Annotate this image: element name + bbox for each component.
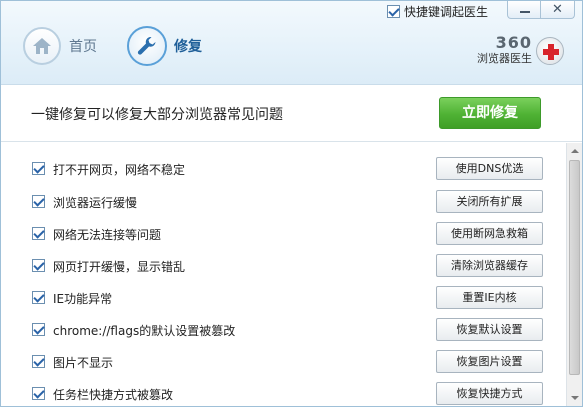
wrench-icon <box>127 26 167 66</box>
item-label: 图片不显示 <box>53 356 114 370</box>
item-checkbox[interactable] <box>32 259 45 272</box>
item-label: 网页打开缓慢，显示错乱 <box>53 260 186 274</box>
shortcut-checkbox[interactable] <box>387 4 400 18</box>
nav-repair[interactable]: 修复 <box>127 23 202 69</box>
scroll-down-icon[interactable] <box>567 390 582 406</box>
brand-name: 浏览器医生 <box>477 52 532 65</box>
issue-list: 打不开网页，网络不稳定 使用DNS优选 浏览器运行缓慢 关闭所有扩展 网络无法连… <box>1 143 565 406</box>
list-item: 网页打开缓慢，显示错乱 清除浏览器缓存 <box>1 250 565 283</box>
item-checkbox[interactable] <box>32 162 45 175</box>
close-button[interactable]: ✕ <box>541 1 575 19</box>
item-checkbox[interactable] <box>32 387 45 400</box>
list-item: chrome://flags的默认设置被篡改 恢复默认设置 <box>1 314 565 347</box>
item-checkbox[interactable] <box>32 323 45 336</box>
brand: 360 浏览器医生 <box>468 34 532 66</box>
item-checkbox[interactable] <box>32 227 45 240</box>
item-action-button[interactable]: 使用DNS优选 <box>436 157 543 180</box>
browser-doctor-window: 快捷键调起医生 ✕ 首页 修复 360 浏览器医生 一键修复可以修复大部分浏览器… <box>0 0 583 407</box>
item-label: 网络无法连接等问题 <box>53 228 162 242</box>
nav-repair-label: 修复 <box>174 39 202 55</box>
scrollbar-thumb[interactable] <box>569 160 580 375</box>
item-action-button[interactable]: 恢复快捷方式 <box>436 382 543 405</box>
item-action-button[interactable]: 恢复默认设置 <box>436 318 543 341</box>
item-action-button[interactable]: 恢复图片设置 <box>436 350 543 373</box>
list-item: 图片不显示 恢复图片设置 <box>1 346 565 379</box>
minimize-icon <box>520 11 530 13</box>
list-item: 网络无法连接等问题 使用断网急救箱 <box>1 218 565 251</box>
scroll-up-icon[interactable] <box>567 143 582 159</box>
nav-home[interactable]: 首页 <box>23 23 97 69</box>
shortcut-option[interactable]: 快捷键调起医生 <box>387 3 488 19</box>
item-label: chrome://flags的默认设置被篡改 <box>53 324 236 338</box>
list-item: 任务栏快捷方式被篡改 恢复快捷方式 <box>1 378 565 406</box>
repair-now-button[interactable]: 立即修复 <box>439 97 541 129</box>
home-icon <box>23 27 61 65</box>
minimize-button[interactable] <box>507 1 541 19</box>
item-checkbox[interactable] <box>32 195 45 208</box>
item-label: 打不开网页，网络不稳定 <box>53 163 186 177</box>
item-action-button[interactable]: 关闭所有扩展 <box>436 190 543 213</box>
item-checkbox[interactable] <box>32 355 45 368</box>
item-label: 任务栏快捷方式被篡改 <box>53 388 174 402</box>
header-bar: 快捷键调起医生 ✕ 首页 修复 360 浏览器医生 <box>1 1 582 85</box>
repair-summary-text: 一键修复可以修复大部分浏览器常见问题 <box>31 107 283 123</box>
window-controls: ✕ <box>507 1 575 19</box>
list-scrollbar[interactable] <box>566 143 582 406</box>
item-label: IE功能异常 <box>53 292 113 306</box>
shortcut-label: 快捷键调起医生 <box>404 4 489 19</box>
repair-summary-bar: 一键修复可以修复大部分浏览器常见问题 立即修复 <box>1 86 582 142</box>
list-item: 打不开网页，网络不稳定 使用DNS优选 <box>1 153 565 186</box>
nav-home-label: 首页 <box>69 39 97 55</box>
list-item: 浏览器运行缓慢 关闭所有扩展 <box>1 186 565 219</box>
close-icon: ✕ <box>552 2 563 17</box>
doctor-cross-icon <box>536 37 564 65</box>
item-checkbox[interactable] <box>32 291 45 304</box>
item-label: 浏览器运行缓慢 <box>53 196 138 210</box>
item-action-button[interactable]: 使用断网急救箱 <box>436 222 543 245</box>
item-action-button[interactable]: 清除浏览器缓存 <box>436 254 543 277</box>
brand-number: 360 <box>495 33 532 52</box>
item-action-button[interactable]: 重置IE内核 <box>436 286 543 309</box>
list-item: IE功能异常 重置IE内核 <box>1 282 565 315</box>
